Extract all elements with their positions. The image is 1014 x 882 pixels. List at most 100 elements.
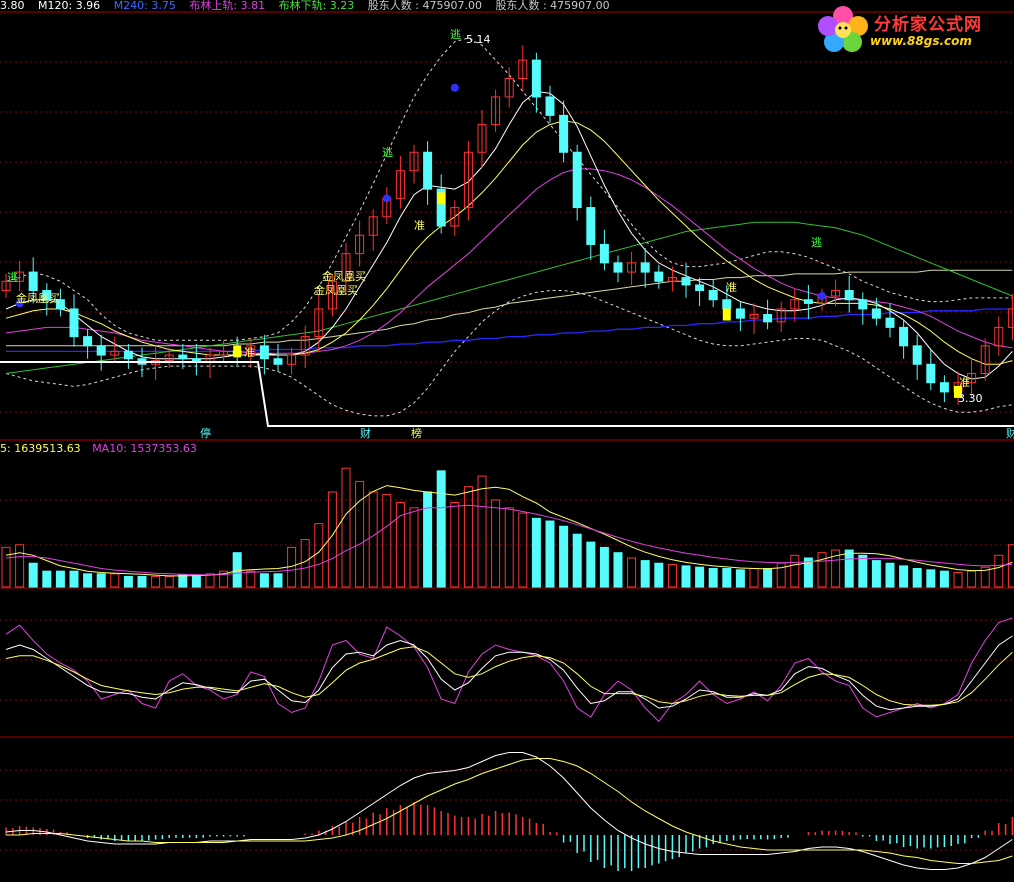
volume-bar-23 (314, 523, 324, 588)
escape-dot-3 (818, 292, 826, 301)
candle-body-19 (259, 345, 269, 360)
candle-body-47 (640, 262, 650, 273)
volume-bar-17 (232, 552, 242, 588)
candle-body-41 (559, 114, 569, 153)
volume-bar-14 (191, 574, 201, 588)
zhun-marker-1 (437, 192, 446, 205)
volume-bar-31 (423, 491, 433, 588)
header-item-boll-upper: 布林上轨: 3.81 (189, 0, 266, 12)
candle-body-52 (708, 290, 718, 301)
candle-body-13 (178, 354, 188, 360)
golden-phoenix-buy-1: 金凤凰买 (16, 291, 60, 305)
candle-body-65 (885, 317, 895, 328)
zhun-signal-1: 准 (244, 346, 255, 359)
volume-bar-34 (463, 486, 473, 588)
escape-dot-1 (382, 194, 391, 203)
candle-body-63 (858, 299, 868, 310)
volume-bar-27 (368, 491, 378, 588)
volume-bar-74 (1007, 544, 1014, 588)
volume-bar-45 (613, 552, 623, 588)
volume-bar-12 (164, 575, 174, 588)
volume-bar-20 (273, 573, 283, 588)
volume-bar-38 (518, 512, 528, 588)
volume-bar-55 (749, 568, 759, 588)
volume-bar-65 (885, 562, 895, 588)
volume-bar-67 (912, 568, 922, 588)
volume-bar-49 (667, 564, 677, 588)
candle-body-56 (763, 313, 773, 323)
volume-bar-52 (708, 568, 718, 588)
candle-body-50 (681, 277, 691, 286)
event-marker-bang: 榜 (411, 426, 422, 440)
macd-dea-line (6, 758, 1013, 864)
ma-yellow-line (5, 120, 1013, 365)
volume-bar-64 (871, 560, 881, 588)
volume-bar-5 (69, 570, 79, 588)
volume-bar-30 (409, 507, 419, 588)
header-item-close: 3.80 (0, 0, 25, 12)
candle-body-62 (844, 290, 854, 301)
flower-logo-icon (818, 6, 868, 52)
volume-bar-63 (858, 554, 868, 588)
header-item-boll-lower: 布林下轨: 3.23 (278, 0, 355, 12)
event-step-line (0, 361, 1014, 427)
ma-m240-line (6, 308, 1013, 353)
volume-bar-8 (110, 573, 120, 588)
candle-body-54 (735, 308, 745, 319)
osc-yellow-line (5, 646, 1013, 706)
event-marker-ting: 停 (200, 426, 211, 440)
volume-bar-62 (844, 549, 854, 588)
volume-bar-7 (96, 573, 106, 588)
volume-bar-71 (967, 570, 977, 588)
candle-body-5 (69, 308, 79, 338)
zhun-signal-3: 准 (726, 281, 737, 294)
volume-bar-50 (681, 565, 691, 588)
volume-bar-36 (491, 499, 501, 588)
candle-body-66 (899, 326, 909, 347)
stock-chart-canvas[interactable]: 5.14 3.30 逃 逃 逃 逃 金凤凰买 金凤凰买 金凤凰买 准 准 准 准… (0, 0, 1014, 882)
zhun-marker-0 (233, 345, 242, 358)
volume-bar-3 (42, 570, 52, 588)
candle-body-6 (83, 336, 93, 347)
candle-body-64 (871, 308, 881, 319)
volume-bar-58 (790, 554, 800, 588)
candle-body-51 (695, 284, 705, 292)
volume-bar-39 (531, 517, 541, 588)
candle-body-39 (531, 59, 541, 98)
candle-body-45 (613, 262, 623, 273)
zhun-signal-4: 准 (959, 376, 970, 389)
golden-phoenix-buy-3: 金凤凰买 (314, 283, 358, 297)
volume-bar-69 (939, 570, 949, 588)
candle-body-42 (572, 151, 582, 209)
volume-bar-53 (722, 568, 732, 588)
candle-body-9 (123, 350, 133, 360)
escape-signal-1: 逃 (7, 271, 18, 284)
volume-bar-15 (205, 573, 215, 588)
volume-bar-2 (28, 562, 38, 588)
candle-body-31 (423, 151, 433, 190)
volume-bar-1 (15, 544, 25, 588)
volume-bar-11 (151, 575, 161, 588)
volume-bar-54 (735, 569, 745, 588)
volume-bar-19 (259, 573, 269, 588)
volume-bar-6 (83, 573, 93, 588)
candle-body-59 (803, 299, 813, 304)
candle-body-7 (96, 345, 106, 356)
volume-ma5-label: 5: 1639513.63 (0, 442, 81, 455)
candle-body-44 (599, 243, 609, 264)
candle-body-43 (586, 207, 596, 245)
volume-indicator-header: 5: 1639513.63 MA10: 1537353.63 (0, 442, 197, 455)
escape-signal-2: 逃 (382, 146, 393, 159)
oscillator-panel (5, 617, 1013, 723)
volume-bar-28 (382, 494, 392, 588)
volume-panel (1, 467, 1014, 588)
volume-bar-46 (627, 557, 637, 588)
candle-body-67 (912, 345, 922, 365)
volume-bar-35 (477, 475, 487, 588)
grid-lines (0, 11, 1014, 851)
volume-bar-37 (504, 507, 514, 588)
escape-signal-3: 逃 (450, 28, 461, 41)
volume-bar-42 (572, 533, 582, 588)
header-item-m240: M240: 3.75 (113, 0, 176, 12)
volume-bar-32 (436, 470, 446, 588)
